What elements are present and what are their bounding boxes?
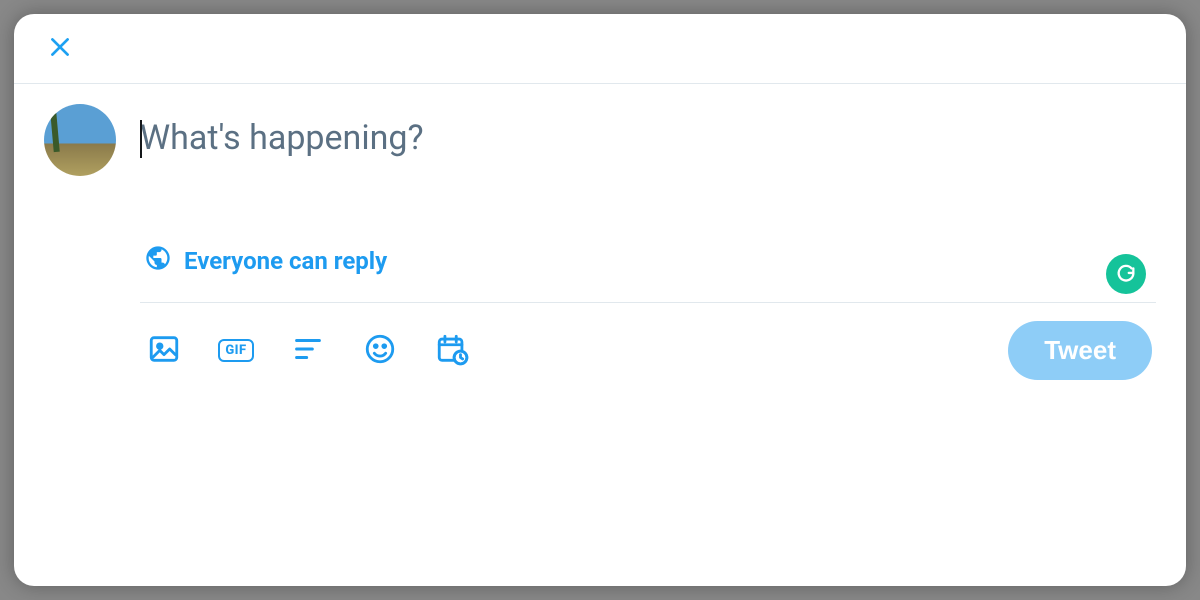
schedule-button[interactable] [432,331,472,371]
modal-header [14,14,1186,84]
add-emoji-button[interactable] [360,331,400,371]
close-button[interactable] [42,31,78,67]
toolbar-left: GIF [144,331,472,371]
audience-label: Everyone can reply [184,247,387,275]
add-image-button[interactable] [144,331,184,371]
gif-icon: GIF [218,339,253,362]
globe-icon [144,244,172,278]
add-gif-button[interactable]: GIF [216,331,256,371]
tweet-button[interactable]: Tweet [1008,321,1152,380]
poll-icon [291,332,325,370]
grammarly-icon [1115,261,1137,287]
emoji-icon [363,332,397,370]
add-poll-button[interactable] [288,331,328,371]
compose-toolbar: GIF [140,303,1156,400]
schedule-icon [435,332,469,370]
compose-right-column: What's happening? Everyone can reply [140,104,1156,586]
avatar[interactable] [44,104,116,176]
close-icon [47,34,73,64]
compose-tweet-modal: What's happening? Everyone can reply [14,14,1186,586]
grammarly-badge[interactable] [1106,254,1146,294]
audience-selector[interactable]: Everyone can reply [140,234,391,302]
image-icon [147,332,181,370]
compose-area: What's happening? Everyone can reply [14,84,1186,586]
tweet-text-input[interactable]: What's happening? [140,104,1156,234]
